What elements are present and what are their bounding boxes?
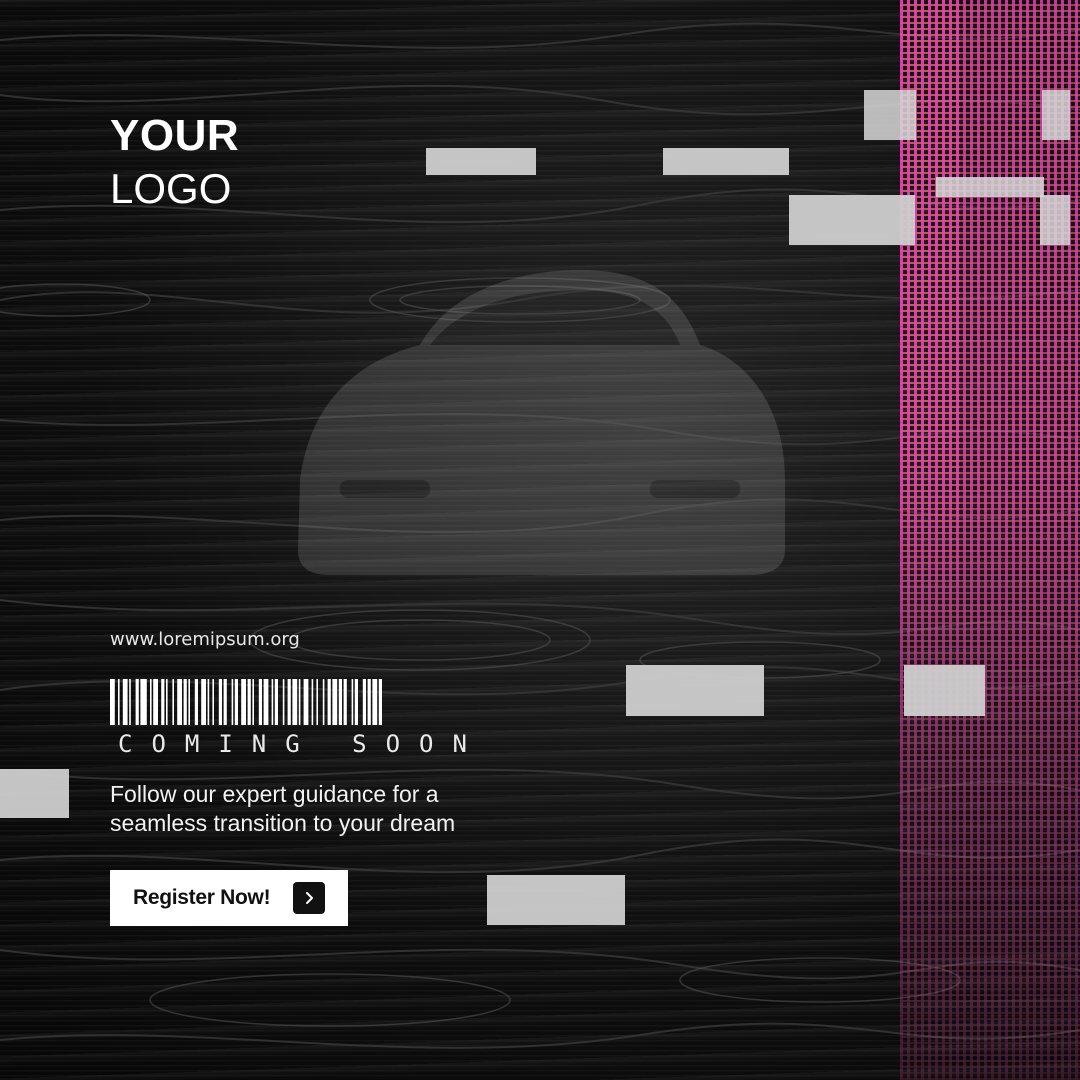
- barcode-bar: [343, 679, 347, 725]
- barcode-bar: [263, 679, 269, 725]
- barcode-bar: [207, 679, 210, 725]
- glitch-block: [1042, 90, 1070, 140]
- barcode-bar: [135, 679, 139, 725]
- barcode-bar: [241, 679, 246, 725]
- barcode-bar: [129, 679, 131, 725]
- logo-line-1: YOUR: [110, 111, 240, 160]
- barcode-bar: [150, 679, 152, 725]
- barcode-bar: [153, 679, 158, 725]
- barcode-bar: [362, 679, 366, 725]
- barcode-bar: [292, 679, 298, 725]
- glitch-block: [626, 665, 764, 716]
- barcode-bar: [223, 679, 227, 725]
- barcode-bar: [351, 679, 354, 725]
- description-text: Follow our expert guidance for a seamles…: [110, 781, 456, 836]
- barcode-graphic: [110, 679, 382, 725]
- barcode-bar: [140, 679, 147, 725]
- coming-soon-tagline: COMING SOON: [118, 730, 486, 758]
- barcode-bar: [234, 679, 238, 725]
- barcode-bar: [354, 679, 358, 725]
- barcode-bar: [282, 679, 285, 725]
- barcode-bar: [118, 679, 120, 725]
- barcode-bar: [188, 679, 190, 725]
- register-now-label: Register Now!: [133, 886, 271, 909]
- barcode-bar: [201, 679, 206, 725]
- glitch-color-strip-thin: [900, 0, 960, 1080]
- barcode-bar: [258, 679, 262, 725]
- barcode-bar: [218, 679, 222, 725]
- register-now-button[interactable]: Register Now!: [110, 870, 348, 926]
- barcode-bar: [231, 679, 234, 725]
- barcode-bar: [122, 679, 128, 725]
- website-url[interactable]: www.loremipsum.org: [110, 629, 300, 650]
- poster: YOUR LOGO www.loremipsum.org COMING SOON…: [0, 0, 1080, 1080]
- barcode-bar: [311, 679, 314, 725]
- glitch-block: [487, 875, 625, 925]
- barcode-bar: [316, 679, 318, 725]
- car-silhouette-image: [298, 270, 785, 575]
- barcode-bar: [367, 679, 371, 725]
- barcode-bar: [327, 679, 331, 725]
- barcode-bar: [332, 679, 338, 725]
- glitch-block: [936, 177, 1044, 197]
- barcode-bar: [252, 679, 254, 725]
- barcode-bar: [166, 679, 168, 725]
- barcode-bar: [271, 679, 274, 725]
- barcode-bar: [194, 679, 198, 725]
- barcode-bar: [372, 679, 378, 725]
- barcode-bar: [183, 679, 187, 725]
- barcode-bar: [161, 679, 165, 725]
- logo: YOUR LOGO: [110, 114, 239, 210]
- barcode-bar: [287, 679, 291, 725]
- glitch-block: [663, 148, 789, 175]
- barcode-bar: [247, 679, 251, 725]
- glitch-block: [0, 769, 69, 818]
- glitch-block: [426, 148, 536, 175]
- barcode-bar: [338, 679, 342, 725]
- barcode-bar: [322, 679, 325, 725]
- barcode-bar: [378, 679, 382, 725]
- barcode-bar: [298, 679, 301, 725]
- barcode-bar: [212, 679, 214, 725]
- glitch-block: [864, 90, 916, 140]
- barcode-bar: [177, 679, 182, 725]
- barcode-bar: [303, 679, 309, 725]
- chevron-right-icon: [293, 882, 325, 914]
- glitch-block: [904, 665, 985, 716]
- barcode-bar: [274, 679, 278, 725]
- glitch-block: [789, 195, 915, 245]
- barcode-bar: [110, 679, 115, 725]
- glitch-block: [1040, 195, 1070, 245]
- barcode-bar: [172, 679, 174, 725]
- logo-line-2: LOGO: [110, 165, 232, 212]
